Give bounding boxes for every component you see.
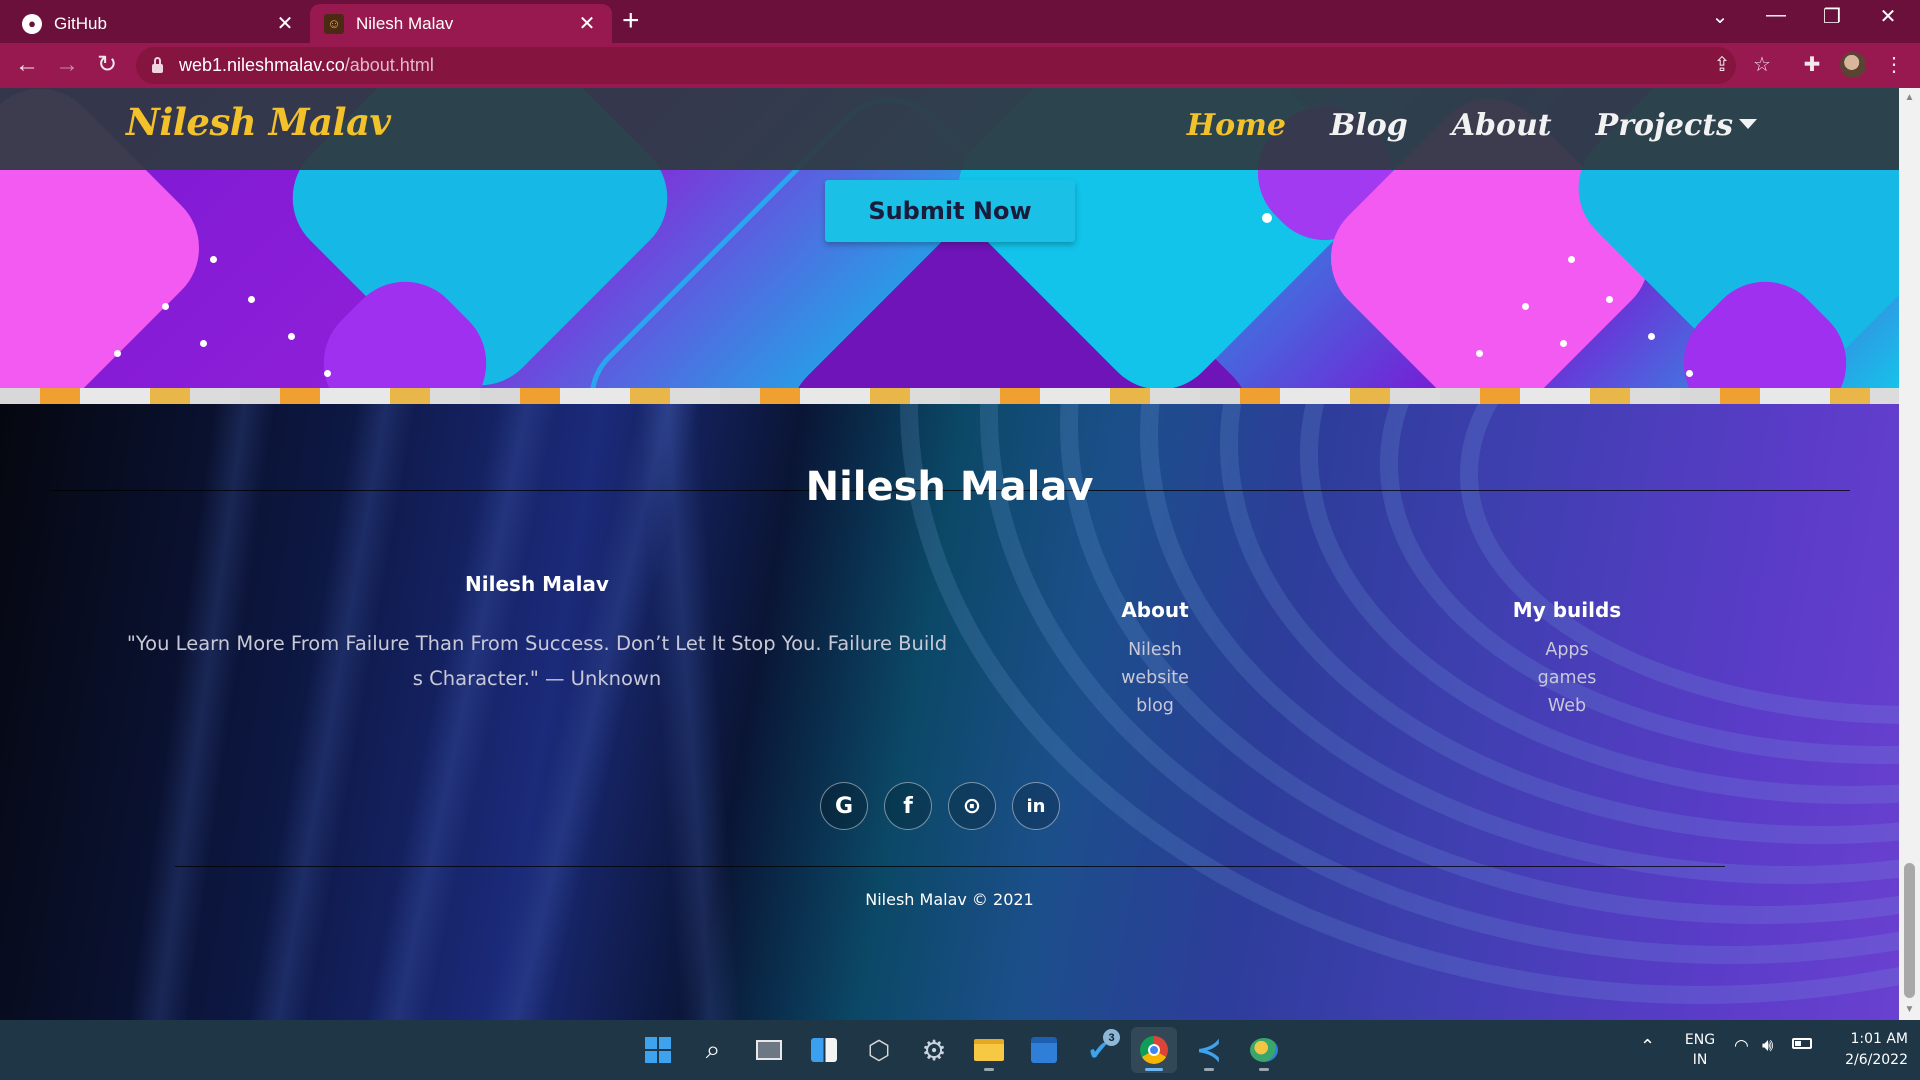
footer-bottom-divider xyxy=(175,866,1725,867)
footer-link-games[interactable]: games xyxy=(1467,664,1667,692)
language-indicator[interactable]: ENG IN xyxy=(1680,1030,1720,1070)
decorative-strip xyxy=(0,388,1899,404)
share-icon[interactable]: ⇪ xyxy=(1708,52,1736,77)
footer-quote: "You Learn More From Failure Than From S… xyxy=(126,632,948,690)
lock-icon xyxy=(152,56,163,73)
tab-title: GitHub xyxy=(54,13,107,33)
page-scrollbar[interactable]: ▲ ▼ xyxy=(1899,88,1920,1020)
footer-link-nilesh[interactable]: Nilesh xyxy=(1055,636,1255,664)
scrollbar-thumb[interactable] xyxy=(1904,863,1915,998)
close-icon[interactable]: ✕ xyxy=(274,11,296,36)
page-viewport: Nilesh Malav Home Blog About Projects Su… xyxy=(0,88,1899,1020)
running-indicator xyxy=(1145,1068,1163,1071)
footer-link-apps[interactable]: Apps xyxy=(1467,636,1667,664)
linkedin-icon[interactable]: in xyxy=(1012,782,1060,830)
tab-github[interactable]: ● GitHub ✕ xyxy=(8,4,310,43)
close-window-button[interactable]: ✕ xyxy=(1868,4,1908,29)
social-links: G f ⊙ in xyxy=(820,782,1060,830)
show-hidden-icons-icon[interactable]: ⌃ xyxy=(1640,1036,1655,1057)
profile-avatar[interactable] xyxy=(1840,52,1866,78)
forward-button[interactable]: → xyxy=(52,51,82,79)
vscode-icon[interactable]: ≺ xyxy=(1186,1027,1232,1073)
footer-about-heading: About xyxy=(1121,598,1189,622)
file-explorer-icon[interactable] xyxy=(966,1027,1012,1073)
todo-app-icon[interactable]: ✔ 3 xyxy=(1076,1027,1122,1073)
footer-builds-heading: My builds xyxy=(1512,598,1622,622)
url-text[interactable]: web1.nileshmalav.co/about.html xyxy=(179,55,434,76)
extensions-icon[interactable]: ✚ xyxy=(1798,52,1826,77)
windows-logo-icon xyxy=(645,1037,671,1063)
start-button[interactable] xyxy=(635,1027,681,1073)
photos-app-icon[interactable] xyxy=(1241,1027,1287,1073)
scroll-up-arrow-icon[interactable]: ▲ xyxy=(1899,92,1920,103)
site-brand-logo[interactable]: Nilesh Malav xyxy=(126,100,391,144)
footer-title: Nilesh Malav xyxy=(805,464,1094,510)
nav-projects-dropdown[interactable]: Projects xyxy=(1596,108,1757,143)
menu-kebab-icon[interactable]: ⋮ xyxy=(1880,52,1908,77)
chrome-icon[interactable] xyxy=(1131,1027,1177,1073)
browser-tab-strip: ● GitHub ✕ ☺ Nilesh Malav ✕ + ⌄ — ❐ ✕ xyxy=(0,0,1920,43)
site-navbar: Nilesh Malav Home Blog About Projects xyxy=(0,88,1899,170)
tab-search-icon[interactable]: ⌄ xyxy=(1700,4,1740,29)
search-icon[interactable]: ⌕ xyxy=(690,1027,736,1073)
site-icon: ☺ xyxy=(324,13,344,34)
running-indicator xyxy=(1259,1068,1269,1071)
footer-link-blog[interactable]: blog xyxy=(1055,692,1255,720)
back-button[interactable]: ← xyxy=(12,51,42,79)
restore-button[interactable]: ❐ xyxy=(1812,4,1852,29)
region-code: IN xyxy=(1692,1052,1708,1068)
minimize-button[interactable]: — xyxy=(1756,4,1796,27)
browser-toolbar: ← → ↻ web1.nileshmalav.co/about.html ⇪ ☆… xyxy=(0,43,1920,88)
running-indicator xyxy=(1204,1068,1214,1071)
new-tab-button[interactable]: + xyxy=(622,6,640,36)
facebook-icon[interactable]: f xyxy=(884,782,932,830)
battery-icon[interactable] xyxy=(1792,1038,1812,1049)
clock-date: 2/6/2022 xyxy=(1845,1052,1908,1068)
footer-builds-column: My builds Apps games Web xyxy=(1467,598,1667,720)
footer-link-website[interactable]: website xyxy=(1055,664,1255,692)
site-footer: Nilesh Malav Nilesh Malav "You Learn Mor… xyxy=(0,404,1899,1020)
caret-down-icon xyxy=(1739,119,1757,129)
nav-projects-label: Projects xyxy=(1595,108,1733,143)
footer-about-column: About Nilesh website blog xyxy=(1055,598,1255,720)
footer-link-web[interactable]: Web xyxy=(1467,692,1667,720)
nav-home-link[interactable]: Home xyxy=(1187,108,1286,143)
nav-about-link[interactable]: About xyxy=(1452,108,1552,143)
copyright-text: Nilesh Malav © 2021 xyxy=(865,890,1034,909)
google-icon[interactable]: G xyxy=(820,782,868,830)
language-code: ENG xyxy=(1684,1032,1716,1048)
system-clock[interactable]: 1:01 AM 2/6/2022 xyxy=(1828,1029,1908,1071)
github-icon: ● xyxy=(22,13,42,34)
windows-taskbar: ⌕ ⬡ ⚙ ✔ 3 ≺ ⌃ ENG IN ◠ 🔊︎ 1:01 AM 2/6/20… xyxy=(0,1020,1920,1080)
tab-title: Nilesh Malav xyxy=(356,13,454,33)
nav-links: Home Blog About Projects xyxy=(1187,108,1757,143)
reload-button[interactable]: ↻ xyxy=(92,51,122,79)
task-view-icon[interactable] xyxy=(746,1027,792,1073)
wifi-icon[interactable]: ◠ xyxy=(1734,1036,1749,1056)
tab-nilesh-malav[interactable]: ☺ Nilesh Malav ✕ xyxy=(310,4,612,43)
notification-badge: 3 xyxy=(1103,1029,1120,1046)
submit-now-button[interactable]: Submit Now xyxy=(825,180,1075,242)
scroll-down-arrow-icon[interactable]: ▼ xyxy=(1899,1004,1920,1015)
volume-icon[interactable]: 🔊︎ xyxy=(1762,1035,1773,1056)
nav-blog-link[interactable]: Blog xyxy=(1330,108,1408,143)
clock-time: 1:01 AM xyxy=(1850,1031,1908,1047)
close-icon[interactable]: ✕ xyxy=(576,11,598,36)
unity-hub-icon[interactable]: ⬡ xyxy=(856,1027,902,1073)
calendar-app-icon[interactable] xyxy=(1021,1027,1067,1073)
address-bar[interactable]: web1.nileshmalav.co/about.html xyxy=(136,47,1736,84)
running-indicator xyxy=(984,1068,994,1071)
widgets-icon[interactable] xyxy=(801,1027,847,1073)
settings-gear-icon[interactable]: ⚙ xyxy=(911,1027,957,1073)
bookmark-star-icon[interactable]: ☆ xyxy=(1748,52,1776,77)
footer-about-name: Nilesh Malav xyxy=(465,572,609,596)
github-icon[interactable]: ⊙ xyxy=(948,782,996,830)
